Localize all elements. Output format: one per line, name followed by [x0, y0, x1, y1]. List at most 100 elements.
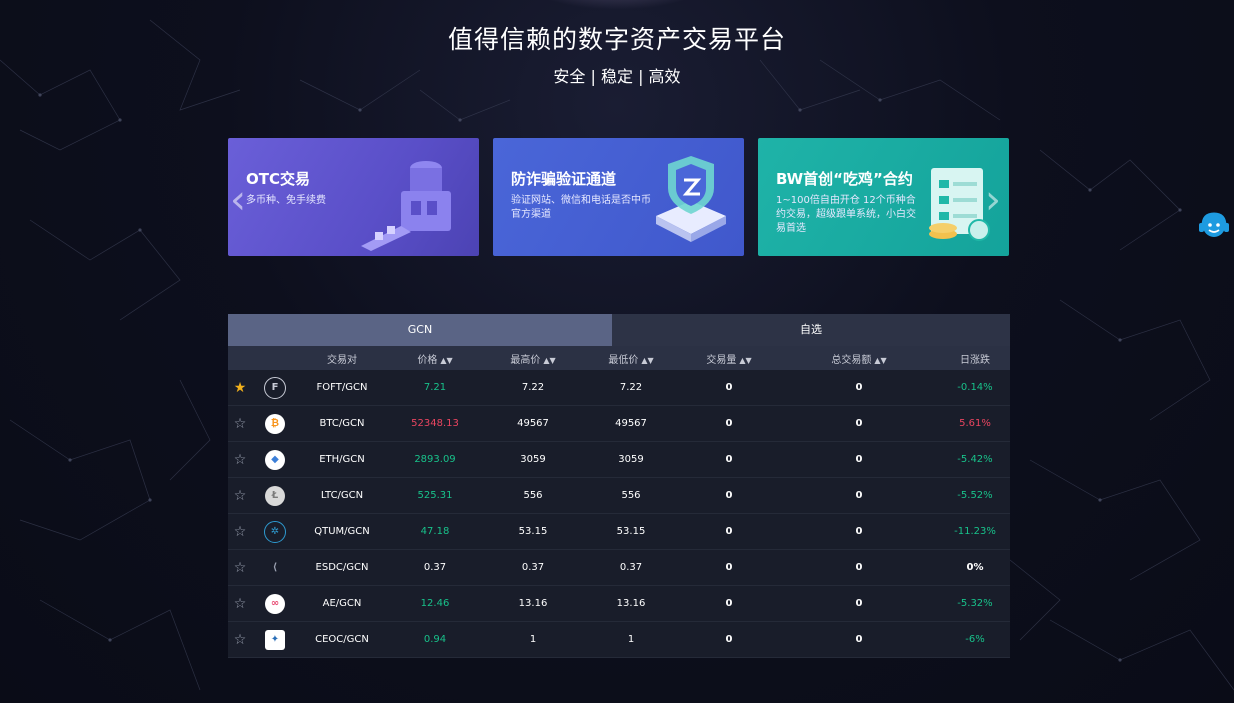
- volume-cell: 0: [725, 454, 733, 465]
- price-cell: 0.37: [423, 562, 447, 573]
- pair-name: ETH/GCN: [319, 454, 365, 465]
- carousel-next-icon[interactable]: ›: [985, 180, 1001, 220]
- volume-cell: 0: [725, 526, 733, 537]
- market-table: GCN 自选 交易对 价格 ▲▼ 最高价 ▲▼ 最低价 ▲▼ 交易量 ▲▼ 总交易额 ▲▼…: [228, 314, 1010, 658]
- volume-cell: 0: [725, 418, 733, 429]
- shield-icon: [656, 156, 726, 242]
- star-icon[interactable]: ☆: [228, 524, 252, 540]
- volume-cell: 0: [725, 634, 733, 645]
- change-cell: 0%: [966, 562, 984, 573]
- banner-anti-fraud[interactable]: 防诈骗验证通道 验证网站、微信和电话是否中币官方渠道: [493, 138, 744, 256]
- hero-title: 值得信赖的数字资产交易平台: [447, 25, 786, 54]
- price-cell: 0.94: [423, 634, 447, 645]
- change-cell: -11.23%: [954, 526, 996, 537]
- amount-cell: 0: [855, 418, 863, 429]
- table-row[interactable]: ☆ ⟨ ESDC/GCN 0.37 0.37 0.37 0 0 0%: [228, 550, 1010, 586]
- header-pair: 交易对: [327, 354, 357, 366]
- change-cell: 5.61%: [959, 418, 991, 429]
- low-cell: 1: [627, 634, 635, 645]
- table-row[interactable]: ☆ ◆ ETH/GCN 2893.09 3059 3059 0 0 -5.42%: [228, 442, 1010, 478]
- low-cell: 53.15: [616, 526, 646, 537]
- volume-cell: 0: [725, 562, 733, 573]
- tab-gcn[interactable]: GCN: [228, 314, 612, 346]
- pair-name: LTC/GCN: [320, 490, 364, 501]
- ceoc-icon: ✦: [265, 629, 285, 650]
- qtum-icon: ✲: [264, 520, 286, 543]
- change-cell: -5.32%: [957, 598, 993, 609]
- high-cell: 13.16: [518, 598, 548, 609]
- star-icon[interactable]: ☆: [228, 560, 252, 576]
- banner-title: 防诈骗验证通道: [511, 170, 617, 188]
- sort-icon: ▲▼: [543, 355, 556, 365]
- hero-subtitle: 安全 | 稳定 | 高效: [553, 67, 681, 86]
- customer-service-icon[interactable]: [1196, 208, 1232, 244]
- volume-cell: 0: [725, 382, 733, 393]
- header-volume[interactable]: 交易量 ▲▼: [680, 351, 778, 366]
- star-icon[interactable]: ☆: [228, 416, 252, 432]
- bitcoin-icon: ₿: [265, 413, 285, 434]
- low-cell: 49567: [615, 418, 647, 429]
- table-row[interactable]: ☆ ₿ BTC/GCN 52348.13 49567 49567 0 0 5.6…: [228, 406, 1010, 442]
- pair-name: FOFT/GCN: [316, 382, 368, 393]
- price-cell: 7.21: [423, 382, 447, 393]
- low-cell: 0.37: [619, 562, 643, 573]
- banner-desc: 1~100倍自由开仓 12个币种合约交易，超级跟单系统，小白交易首选: [776, 195, 916, 234]
- sort-icon: ▲▼: [440, 355, 453, 365]
- header-low[interactable]: 最低价 ▲▼: [582, 351, 680, 366]
- high-cell: 1: [529, 634, 537, 645]
- fo-coin-icon: F: [264, 376, 286, 399]
- table-row[interactable]: ★ F FOFT/GCN 7.21 7.22 7.22 0 0 -0.14%: [228, 370, 1010, 406]
- amount-cell: 0: [855, 382, 863, 393]
- low-cell: 13.16: [616, 598, 646, 609]
- ethereum-icon: ◆: [265, 449, 285, 470]
- high-cell: 556: [523, 490, 543, 501]
- star-icon[interactable]: ☆: [228, 632, 252, 648]
- banner-title: OTC交易: [246, 170, 310, 188]
- carousel-prev-icon[interactable]: ‹: [230, 180, 246, 220]
- banner-title: BW首创“吃鸡”合约: [776, 170, 913, 188]
- low-cell: 556: [621, 490, 641, 501]
- table-row[interactable]: ☆ ✦ CEOC/GCN 0.94 1 1 0 0 -6%: [228, 622, 1010, 658]
- header-amount[interactable]: 总交易额 ▲▼: [778, 351, 940, 366]
- header-price[interactable]: 价格 ▲▼: [386, 351, 484, 366]
- change-cell: -5.42%: [957, 454, 993, 465]
- high-cell: 3059: [520, 454, 546, 465]
- table-row[interactable]: ☆ ∞ AE/GCN 12.46 13.16 13.16 0 0 -5.32%: [228, 586, 1010, 622]
- price-cell: 525.31: [417, 490, 453, 501]
- aeternity-icon: ∞: [265, 593, 285, 614]
- high-cell: 49567: [517, 418, 549, 429]
- price-cell: 52348.13: [411, 418, 459, 429]
- table-header: 交易对 价格 ▲▼ 最高价 ▲▼ 最低价 ▲▼ 交易量 ▲▼ 总交易额 ▲▼ 日涨跌: [228, 346, 1010, 370]
- price-cell: 2893.09: [414, 454, 456, 465]
- sort-icon: ▲▼: [641, 355, 654, 365]
- pair-name: BTC/GCN: [319, 418, 365, 429]
- esdc-icon: ⟨: [272, 562, 278, 573]
- market-tabs: GCN 自选: [228, 314, 1010, 346]
- star-icon[interactable]: ☆: [228, 452, 252, 468]
- table-row[interactable]: ☆ Ł LTC/GCN 525.31 556 556 0 0 -5.52%: [228, 478, 1010, 514]
- price-cell: 47.18: [420, 526, 450, 537]
- high-cell: 7.22: [521, 382, 545, 393]
- volume-cell: 0: [725, 490, 733, 501]
- header-high[interactable]: 最高价 ▲▼: [484, 351, 582, 366]
- pair-name: ESDC/GCN: [315, 562, 369, 573]
- high-cell: 0.37: [521, 562, 545, 573]
- header-change: 日涨跌: [960, 354, 990, 366]
- high-cell: 53.15: [518, 526, 548, 537]
- banner-otc[interactable]: OTC交易 多币种、免手续费: [228, 138, 479, 256]
- amount-cell: 0: [855, 490, 863, 501]
- sort-icon: ▲▼: [874, 355, 887, 365]
- pair-name: AE/GCN: [322, 598, 362, 609]
- low-cell: 7.22: [619, 382, 643, 393]
- table-row[interactable]: ☆ ✲ QTUM/GCN 47.18 53.15 53.15 0 0 -11.2…: [228, 514, 1010, 550]
- tab-favorites[interactable]: 自选: [612, 314, 1010, 346]
- litecoin-icon: Ł: [265, 485, 285, 506]
- banner-desc: 验证网站、微信和电话是否中币官方渠道: [511, 195, 651, 220]
- star-icon[interactable]: ☆: [228, 596, 252, 612]
- change-cell: -0.14%: [957, 382, 993, 393]
- banner-contract[interactable]: BW首创“吃鸡”合约 1~100倍自由开仓 12个币种合约交易，超级跟单系统，小…: [758, 138, 1009, 256]
- amount-cell: 0: [855, 634, 863, 645]
- star-icon[interactable]: ★: [228, 380, 252, 396]
- amount-cell: 0: [855, 598, 863, 609]
- star-icon[interactable]: ☆: [228, 488, 252, 504]
